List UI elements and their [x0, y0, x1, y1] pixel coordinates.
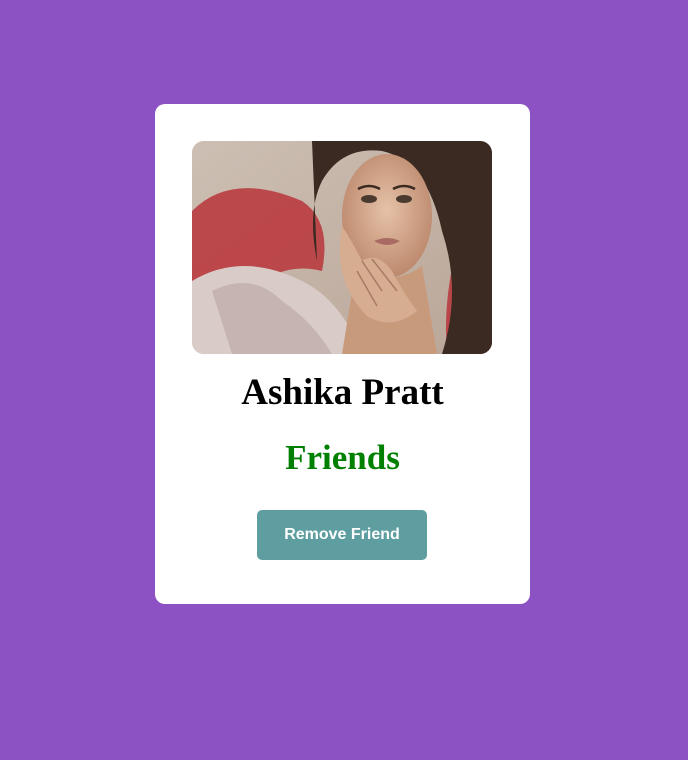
profile-photo-image	[192, 141, 492, 354]
friend-status: Friends	[285, 438, 400, 477]
friend-card: Ashika Pratt Friends Remove Friend	[155, 104, 530, 604]
friend-name: Ashika Pratt	[241, 372, 444, 413]
page: Ashika Pratt Friends Remove Friend	[0, 0, 688, 760]
profile-photo	[192, 141, 492, 354]
remove-friend-button[interactable]: Remove Friend	[257, 510, 427, 560]
